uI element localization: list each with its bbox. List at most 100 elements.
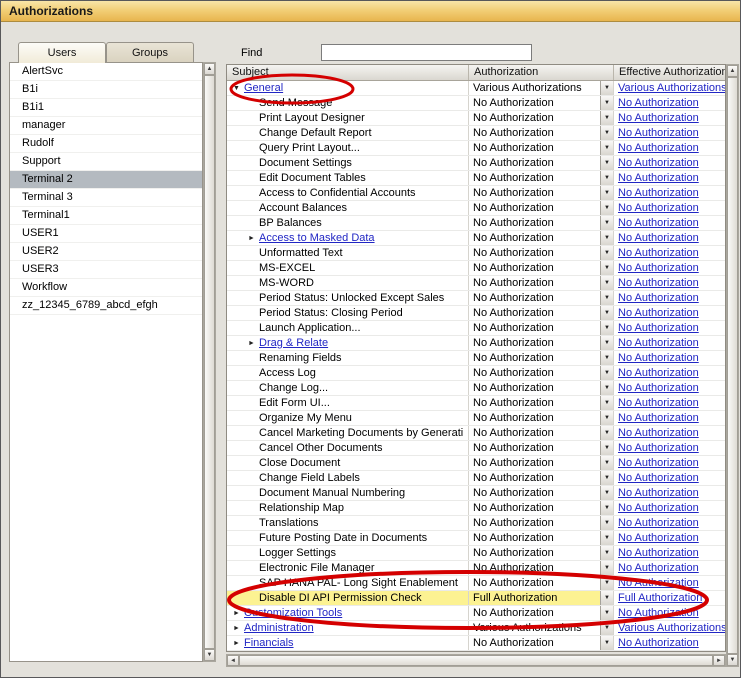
authorization-combo[interactable]: Full Authorization▼: [469, 591, 614, 605]
effective-authorization-link[interactable]: No Authorization: [618, 157, 699, 170]
effective-authorization-link[interactable]: No Authorization: [618, 202, 699, 215]
authorization-combo[interactable]: No Authorization▼: [469, 186, 614, 200]
effective-authorization-link[interactable]: No Authorization: [618, 307, 699, 320]
subject-cell[interactable]: MS-WORD: [227, 276, 469, 290]
authorization-combo[interactable]: Various Authorizations▼: [469, 621, 614, 635]
dropdown-icon[interactable]: ▼: [600, 531, 613, 545]
authorization-combo[interactable]: No Authorization▼: [469, 471, 614, 485]
authorization-combo[interactable]: No Authorization▼: [469, 411, 614, 425]
effective-authorization-link[interactable]: No Authorization: [618, 517, 699, 530]
effective-authorization-link[interactable]: No Authorization: [618, 442, 699, 455]
effective-authorization-link[interactable]: No Authorization: [618, 337, 699, 350]
authorization-combo[interactable]: No Authorization▼: [469, 366, 614, 380]
effective-authorization-link[interactable]: No Authorization: [618, 112, 699, 125]
authorization-combo[interactable]: No Authorization▼: [469, 381, 614, 395]
effective-authorization-link[interactable]: No Authorization: [618, 577, 699, 590]
effective-authorization-link[interactable]: No Authorization: [618, 232, 699, 245]
dropdown-icon[interactable]: ▼: [600, 456, 613, 470]
effective-authorization-link[interactable]: No Authorization: [618, 457, 699, 470]
expand-icon[interactable]: ►: [233, 607, 244, 620]
subject-cell[interactable]: Cancel Other Documents: [227, 441, 469, 455]
authorization-combo[interactable]: No Authorization▼: [469, 606, 614, 620]
subject-cell[interactable]: Send Message: [227, 96, 469, 110]
scroll-left-icon[interactable]: ◄: [227, 655, 239, 666]
subject-cell[interactable]: MS-EXCEL: [227, 261, 469, 275]
subject-cell[interactable]: Edit Form UI...: [227, 396, 469, 410]
dropdown-icon[interactable]: ▼: [600, 336, 613, 350]
effective-authorization-link[interactable]: No Authorization: [618, 262, 699, 275]
dropdown-icon[interactable]: ▼: [600, 546, 613, 560]
authorization-combo[interactable]: No Authorization▼: [469, 231, 614, 245]
dropdown-icon[interactable]: ▼: [600, 621, 613, 635]
subject-cell[interactable]: Document Manual Numbering: [227, 486, 469, 500]
effective-authorization-link[interactable]: No Authorization: [618, 427, 699, 440]
effective-authorization-link[interactable]: No Authorization: [618, 217, 699, 230]
authorization-combo[interactable]: No Authorization▼: [469, 261, 614, 275]
subject-cell[interactable]: Organize My Menu: [227, 411, 469, 425]
dropdown-icon[interactable]: ▼: [600, 606, 613, 620]
authorization-combo[interactable]: No Authorization▼: [469, 141, 614, 155]
dropdown-icon[interactable]: ▼: [600, 171, 613, 185]
dropdown-icon[interactable]: ▼: [600, 366, 613, 380]
expand-icon[interactable]: ►: [248, 337, 259, 350]
effective-authorization-link[interactable]: No Authorization: [618, 502, 699, 515]
subject-cell[interactable]: ►Access to Masked Data: [227, 231, 469, 245]
effective-authorization-link[interactable]: No Authorization: [618, 277, 699, 290]
subject-cell[interactable]: Change Field Labels: [227, 471, 469, 485]
authorization-combo[interactable]: No Authorization▼: [469, 486, 614, 500]
scrollbar-thumb[interactable]: [727, 77, 738, 654]
expand-icon[interactable]: ►: [248, 232, 259, 245]
subject-cell[interactable]: Relationship Map: [227, 501, 469, 515]
subject-cell[interactable]: Period Status: Closing Period: [227, 306, 469, 320]
collapse-icon[interactable]: ▼: [233, 82, 244, 95]
authorization-combo[interactable]: No Authorization▼: [469, 321, 614, 335]
authorization-combo[interactable]: No Authorization▼: [469, 396, 614, 410]
dropdown-icon[interactable]: ▼: [600, 261, 613, 275]
dropdown-icon[interactable]: ▼: [600, 276, 613, 290]
authorization-combo[interactable]: No Authorization▼: [469, 126, 614, 140]
dropdown-icon[interactable]: ▼: [600, 306, 613, 320]
effective-authorization-link[interactable]: No Authorization: [618, 127, 699, 140]
dropdown-icon[interactable]: ▼: [600, 111, 613, 125]
effective-authorization-link[interactable]: No Authorization: [618, 472, 699, 485]
subject-cell[interactable]: Change Default Report: [227, 126, 469, 140]
dropdown-icon[interactable]: ▼: [600, 321, 613, 335]
user-list-item[interactable]: B1i1: [10, 99, 202, 117]
subject-cell[interactable]: Logger Settings: [227, 546, 469, 560]
user-list-scrollbar[interactable]: ▲ ▼: [203, 62, 216, 662]
authorization-combo[interactable]: No Authorization▼: [469, 246, 614, 260]
subject-cell[interactable]: Access Log: [227, 366, 469, 380]
authorization-combo[interactable]: No Authorization▼: [469, 201, 614, 215]
effective-authorization-link[interactable]: No Authorization: [618, 607, 699, 620]
dropdown-icon[interactable]: ▼: [600, 381, 613, 395]
dropdown-icon[interactable]: ▼: [600, 591, 613, 605]
subject-cell[interactable]: Unformatted Text: [227, 246, 469, 260]
effective-authorization-link[interactable]: No Authorization: [618, 637, 699, 650]
dropdown-icon[interactable]: ▼: [600, 576, 613, 590]
subject-cell[interactable]: Account Balances: [227, 201, 469, 215]
authorization-combo[interactable]: No Authorization▼: [469, 636, 614, 650]
user-list-item[interactable]: manager: [10, 117, 202, 135]
subject-cell[interactable]: Document Settings: [227, 156, 469, 170]
authorization-combo[interactable]: No Authorization▼: [469, 546, 614, 560]
user-list-item[interactable]: USER2: [10, 243, 202, 261]
dropdown-icon[interactable]: ▼: [600, 396, 613, 410]
subject-cell[interactable]: ►Financials: [227, 636, 469, 650]
dropdown-icon[interactable]: ▼: [600, 96, 613, 110]
dropdown-icon[interactable]: ▼: [600, 516, 613, 530]
authorization-combo[interactable]: No Authorization▼: [469, 171, 614, 185]
scroll-down-icon[interactable]: ▼: [727, 654, 738, 666]
user-list-item[interactable]: Terminal1: [10, 207, 202, 225]
effective-authorization-link[interactable]: No Authorization: [618, 352, 699, 365]
dropdown-icon[interactable]: ▼: [600, 246, 613, 260]
scroll-up-icon[interactable]: ▲: [727, 65, 738, 77]
effective-authorization-link[interactable]: No Authorization: [618, 142, 699, 155]
effective-authorization-link[interactable]: No Authorization: [618, 382, 699, 395]
dropdown-icon[interactable]: ▼: [600, 426, 613, 440]
effective-authorization-link[interactable]: Various Authorizations: [618, 622, 725, 635]
authorization-combo[interactable]: No Authorization▼: [469, 336, 614, 350]
table-vertical-scrollbar[interactable]: ▲ ▼: [726, 64, 739, 667]
effective-authorization-link[interactable]: No Authorization: [618, 322, 699, 335]
user-list-item[interactable]: AlertSvc: [10, 63, 202, 81]
dropdown-icon[interactable]: ▼: [600, 636, 613, 650]
